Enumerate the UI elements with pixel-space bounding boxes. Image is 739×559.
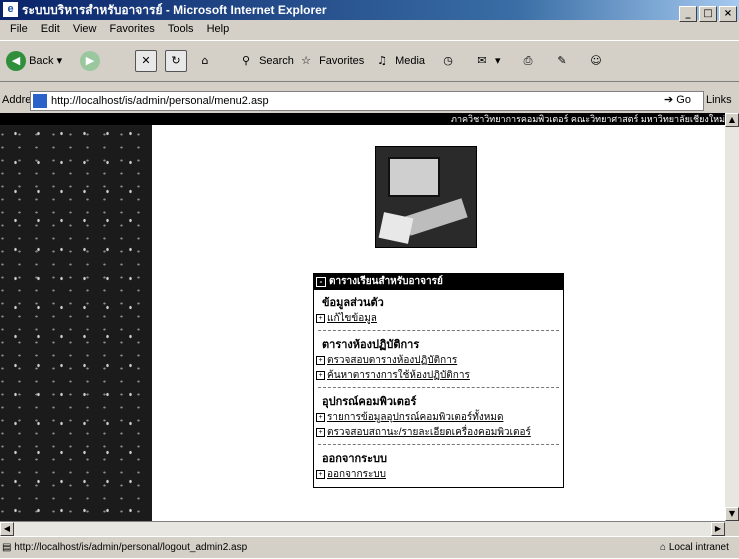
menu-item-edit-profile[interactable]: + แก้ไขข้อมูล — [314, 311, 563, 326]
title-bar: e ระบบบริหารสำหรับอาจารย์ - Microsoft In… — [0, 0, 739, 22]
bullet-icon: + — [316, 370, 325, 380]
menu-item-check-lab-schedule[interactable]: + ตรวจสอบตารางห้องปฏิบัติการ — [314, 353, 563, 368]
section-computer-equipment: อุปกรณ์คอมพิวเตอร์ — [322, 396, 417, 408]
menu-item-equipment-list[interactable]: + รายการข้อมูลอุปกรณ์คอมพิวเตอร์ทั้งหมด — [314, 410, 563, 425]
menu-bar: File Edit View Favorites Tools Help — [0, 20, 739, 38]
section-logout: ออกจากระบบ — [322, 453, 387, 465]
bullet-icon: + — [316, 469, 325, 479]
menu-file[interactable]: File — [10, 23, 28, 35]
bullet-icon: + — [316, 355, 325, 365]
menu-item-logout[interactable]: + ออกจากระบบ — [314, 467, 563, 482]
address-input[interactable]: http://localhost/is/admin/personal/menu2… — [30, 91, 704, 111]
window-title: ระบบบริหารสำหรับอาจารย์ - Microsoft Inte… — [22, 3, 327, 17]
links-button[interactable]: Links — [706, 94, 732, 106]
print-button[interactable]: ⎙ — [518, 49, 538, 73]
back-button[interactable]: ◀ Back ▾ — [6, 49, 62, 73]
divider — [318, 330, 559, 331]
menu-view[interactable]: View — [73, 23, 97, 35]
stop-button[interactable]: ✕ — [135, 49, 157, 73]
bullet-icon: + — [316, 427, 325, 437]
menu-favorites[interactable]: Favorites — [110, 23, 155, 35]
bullet-icon: + — [316, 313, 325, 323]
forward-arrow-icon: ▶ — [80, 51, 100, 72]
search-icon: ⚲ — [241, 54, 251, 68]
status-bar: ▤ http://localhost/is/admin/personal/log… — [0, 536, 739, 559]
stop-icon: ✕ — [135, 50, 157, 73]
section-personal: ข้อมูลส่วนตัว — [322, 297, 384, 309]
intranet-icon: ⌂ — [660, 542, 667, 553]
go-button[interactable]: ➔ Go — [664, 93, 691, 106]
refresh-button[interactable]: ↻ — [165, 49, 187, 73]
status-link: ▤ http://localhost/is/admin/personal/log… — [2, 542, 248, 553]
print-icon: ⎙ — [523, 54, 533, 68]
section-lab-schedule: ตารางห้องปฏิบัติการ — [322, 339, 420, 351]
home-icon: ⌂ — [201, 54, 209, 68]
menu-tools[interactable]: Tools — [168, 23, 194, 35]
menu-header: - ตารางเรียนสำหรับอาจารย์ — [314, 274, 563, 290]
menu-item-search-lab-usage[interactable]: + ค้นหาตารางการใช้ห้องปฏิบัติการ — [314, 368, 563, 383]
scroll-up-icon[interactable]: ▲ — [725, 113, 739, 127]
vertical-scrollbar[interactable]: ▲ ▼ — [725, 113, 739, 521]
horizontal-scrollbar[interactable]: ◀ ▶ — [0, 521, 725, 536]
browser-window: e ระบบบริหารสำหรับอาจารย์ - Microsoft In… — [0, 0, 739, 558]
scroll-right-icon[interactable]: ▶ — [711, 522, 725, 536]
top-banner-strip: ภาควิชาวิทยาการคอมพิวเตอร์ คณะวิทยาศาสตร… — [0, 113, 725, 125]
address-bar: Address http://localhost/is/admin/person… — [0, 90, 739, 112]
mail-button[interactable]: ✉ ▾ — [472, 49, 500, 73]
scroll-down-icon[interactable]: ▼ — [725, 507, 739, 521]
menu-help[interactable]: Help — [207, 23, 230, 35]
history-icon: ◷ — [443, 54, 453, 68]
page-content: ภาควิชาวิทยาการคอมพิวเตอร์ คณะวิทยาศาสตร… — [0, 113, 725, 521]
home-button[interactable]: ⌂ — [195, 49, 215, 73]
messenger-button[interactable]: ☺ — [586, 49, 606, 73]
teacher-menu-box: - ตารางเรียนสำหรับอาจารย์ ข้อมูลส่วนตัว +… — [313, 273, 564, 488]
media-icon: ♫ — [377, 54, 387, 68]
favorites-button[interactable]: ☆ Favorites — [296, 49, 364, 73]
collapse-icon[interactable]: - — [316, 277, 326, 287]
window-controls: _ □ × — [677, 2, 737, 22]
divider — [318, 444, 559, 445]
mail-icon: ✉ — [477, 54, 487, 68]
media-button[interactable]: ♫ Media — [372, 49, 425, 73]
edit-button[interactable]: ✎ — [552, 49, 572, 73]
refresh-icon: ↻ — [165, 50, 187, 73]
page-icon — [33, 94, 47, 109]
forward-button[interactable]: ▶ — [80, 49, 100, 73]
address-url: http://localhost/is/admin/personal/menu2… — [51, 95, 269, 107]
back-arrow-icon: ◀ — [6, 51, 26, 72]
bullet-icon: + — [316, 412, 325, 422]
menu-edit[interactable]: Edit — [41, 23, 60, 35]
scroll-left-icon[interactable]: ◀ — [0, 522, 14, 536]
history-button[interactable]: ◷ — [438, 49, 458, 73]
security-zone: ⌂ Local intranet — [660, 542, 729, 553]
divider — [318, 387, 559, 388]
go-arrow-icon: ➔ — [664, 94, 674, 106]
ie-icon: e — [3, 2, 18, 17]
menu-item-equipment-status[interactable]: + ตรวจสอบสถานะ/รายละเอียดเครื่องคอมพิวเตอ… — [314, 425, 563, 440]
page-status-icon: ▤ — [2, 542, 12, 553]
edit-icon: ✎ — [557, 54, 567, 68]
search-button[interactable]: ⚲ Search — [236, 49, 294, 73]
computer-photo — [375, 146, 477, 248]
messenger-icon: ☺ — [590, 54, 602, 68]
favorites-star-icon: ☆ — [301, 54, 311, 68]
left-decor-panel — [0, 113, 152, 521]
standard-toolbar: ◀ Back ▾ ▶ ✕ ↻ ⌂ ⚲ Search ☆ Favorites ♫ … — [0, 40, 739, 82]
